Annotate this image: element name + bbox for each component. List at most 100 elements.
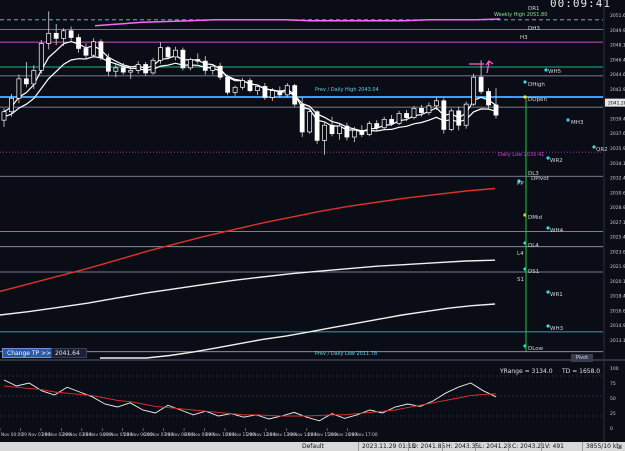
level-marker-dot [523,80,527,84]
level-marker-dot [566,118,570,122]
level-label: WH4 [550,228,564,234]
bull-candle-body [31,70,37,85]
level-label: DPivot [531,176,550,182]
bear-candle-body [486,91,491,106]
price-tick-label: 2023.65 [610,249,625,255]
pivot-button[interactable]: Pivot [571,354,593,362]
oscillator-tick-label: 50 [610,396,616,402]
bar-high: H: 2043.35 [442,442,479,451]
bear-candle-body [344,125,350,138]
bear-candle-body [404,113,409,118]
bull-candle-body [411,108,417,118]
price-tick-label: 2014.90 [610,323,625,329]
bull-candle-body [396,113,402,124]
time-tick-label: 29 Nov 17:00 [349,432,378,438]
bull-candle-body [255,86,260,92]
change-tp-button[interactable]: Change TP >> [2,348,57,358]
price-tick-label: 2046.40 [610,57,625,63]
bull-candle-body [307,111,313,133]
bull-candle-body [322,124,327,141]
bear-candle-body [359,129,365,135]
bear-candle-body [53,32,59,39]
level-label: WH5 [548,69,562,75]
price-tick-label: 2034.15 [610,161,625,167]
bull-candle-body [150,59,156,74]
tp-value-field[interactable]: 2041.64 [51,348,87,358]
bull-candle-body [9,97,14,113]
level-label: MH3 [571,120,584,126]
chart-background [0,0,625,451]
level-label: L4 [517,251,524,257]
bear-candle-body [478,76,484,92]
weekly-high-annotation: Weekly High 2051.80 [494,12,547,18]
bear-candle-body [68,30,74,38]
candle [486,88,491,109]
candle [98,39,104,61]
bear-candle-body [143,64,149,74]
oscillator-tick-label: 75 [610,381,616,387]
prev-daily-low-annotation: Prev / Daily Low 2011.78 [315,351,377,357]
current-price-label: 2041.28 [608,101,625,107]
candle [463,101,469,129]
bar-low: L: 2041.28 [475,442,511,451]
bull-candle-body [426,105,432,113]
bear-candle-body [299,103,305,133]
candle [441,98,447,134]
price-tick-label: 2016.65 [610,308,625,314]
oscillator-tick-label: 25 [610,411,616,417]
level-label: H3 [520,35,528,41]
bear-candle-body [165,47,171,58]
profile-name[interactable]: Default [302,442,324,451]
bull-candle-body [463,103,469,126]
candle [292,83,298,107]
level-label: PP [517,181,524,187]
level-label: DLow [528,346,544,352]
bull-candle-body [232,86,238,93]
bull-candle-body [351,129,357,138]
bear-candle-body [23,78,29,85]
candle [471,73,477,106]
bull-candle-body [91,41,96,56]
bear-candle-body [180,49,186,69]
price-tick-label: 2027.15 [610,220,625,226]
price-tick-label: 2049.90 [610,28,625,34]
level-label: DHigh [528,82,545,88]
bull-candle-body [1,111,7,121]
bear-candle-body [120,67,126,73]
candle [150,57,156,75]
candle [366,121,372,137]
level-label: DOpen [528,97,547,103]
price-chart[interactable]: 2051.65 2049.90 2048.15 2046.40 2044.65 2042.… [0,0,625,451]
bear-candle-body [83,48,89,56]
bear-candle-body [105,57,111,72]
bull-candle-body [448,110,454,130]
bear-candle-body [374,123,380,129]
bull-candle-body [471,76,477,105]
yrange-readout: YRange = 3134.0 [499,368,553,375]
bear-candle-body [202,60,208,71]
bear-candle-body [217,65,223,78]
level-label: QR2 [596,147,608,153]
bear-candle-body [419,108,424,113]
candle [225,74,231,95]
price-tick-label: 2035.90 [610,146,625,152]
bull-candle-body [269,90,275,98]
price-tick-label: 2051.65 [610,13,625,19]
bar-close: C: 2043.21 [508,442,545,451]
bull-candle-body [187,59,193,69]
price-tick-label: 2018.40 [610,294,625,300]
bear-candle-body [456,110,462,126]
bar-datetime: 2023.11.29 01:15 [358,442,416,451]
bear-candle-body [262,86,268,98]
bull-candle-body [337,125,342,135]
connection-traffic: 3855/10 kb [582,442,620,451]
bear-candle-body [225,76,231,93]
resize-grip-icon[interactable]: ◢ [617,443,624,450]
price-tick-label: 2030.65 [610,190,625,196]
price-tick-label: 2042.90 [610,87,625,93]
level-label: WH3 [550,326,564,332]
bull-candle-body [158,47,163,61]
bear-candle-body [493,104,499,116]
price-tick-label: 2025.40 [610,235,625,241]
level-label: DH3 [528,26,540,32]
